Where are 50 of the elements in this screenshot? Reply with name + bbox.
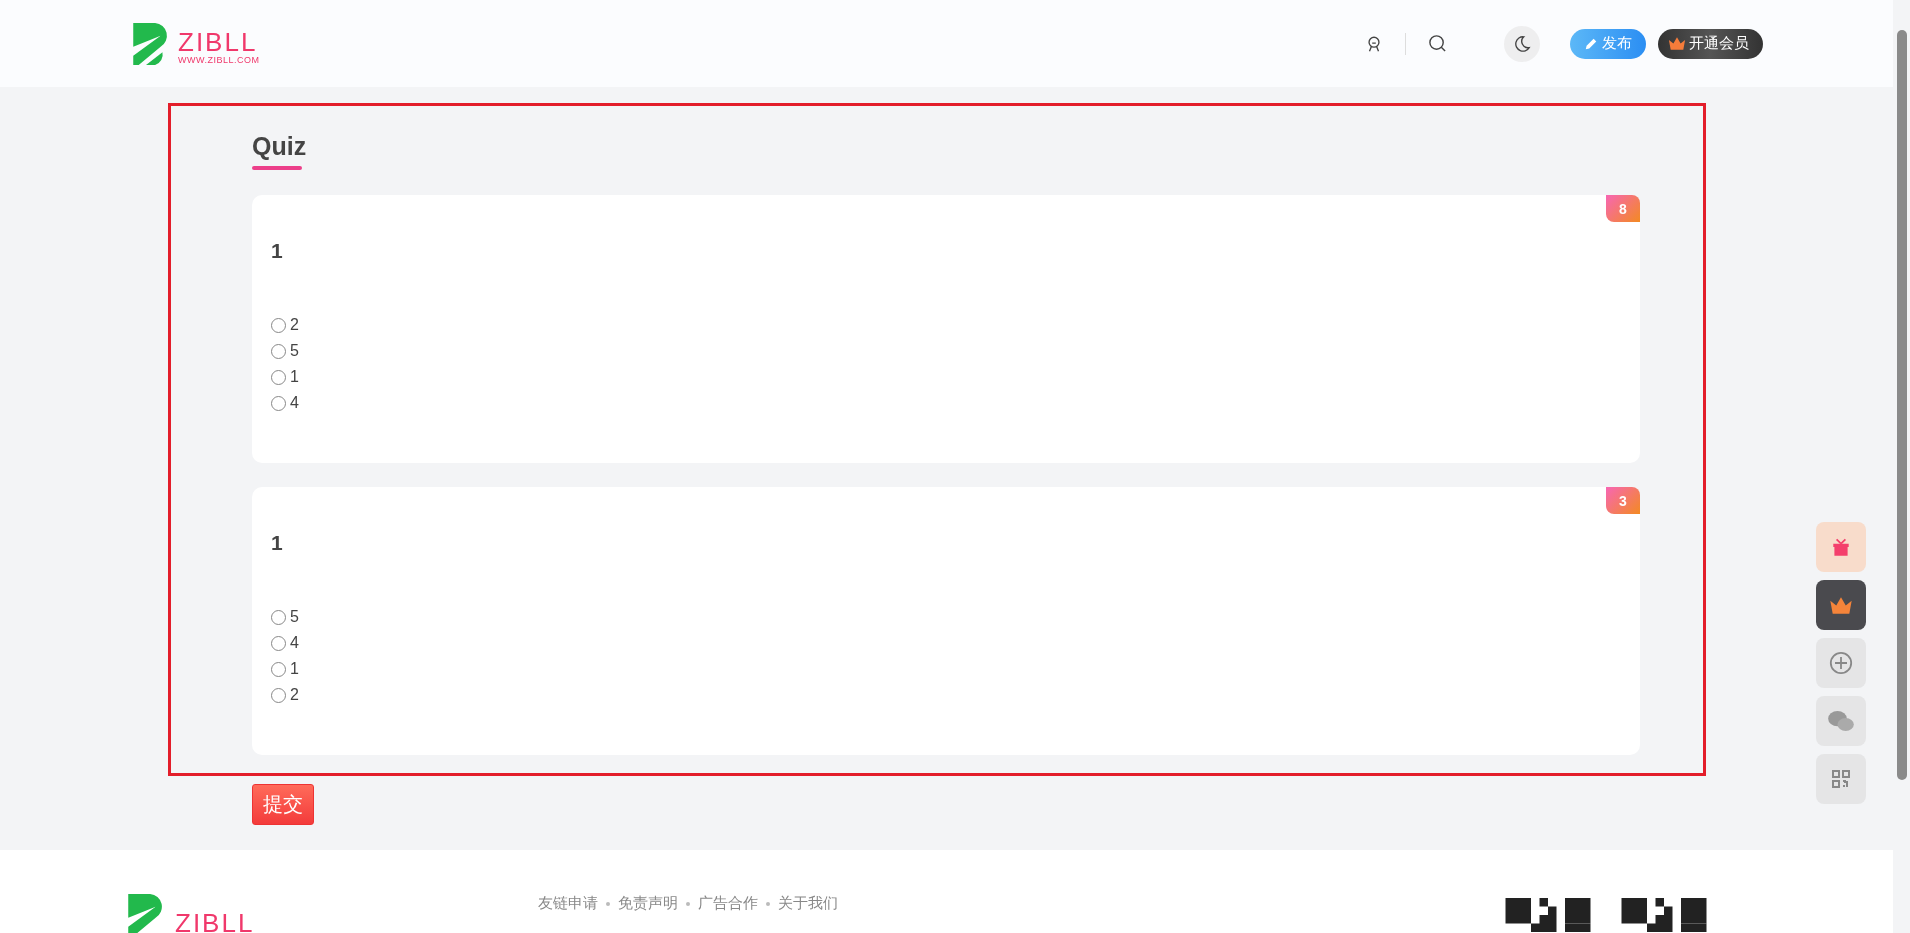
answer-option[interactable]: 4 — [271, 390, 299, 416]
quiz-title: Quiz — [252, 131, 308, 162]
chat-bubbles-icon — [1827, 709, 1855, 733]
logo-wordmark: ZIBLL — [178, 28, 259, 55]
answer-option[interactable]: 1 — [271, 364, 299, 390]
answer-option[interactable]: 2 — [271, 312, 299, 338]
radio-button[interactable] — [271, 687, 286, 703]
logo-icon[interactable] — [133, 22, 170, 65]
question-text: 1 — [271, 530, 284, 556]
answer-option[interactable]: 2 — [271, 682, 299, 708]
answer-option[interactable]: 5 — [271, 604, 299, 630]
badge-icon[interactable] — [1365, 34, 1383, 53]
scrollbar[interactable] — [1897, 30, 1907, 780]
radio-button[interactable] — [271, 395, 286, 411]
plus-circle-icon — [1829, 651, 1853, 675]
footer-link[interactable]: 关于我们 — [778, 894, 838, 913]
add-button[interactable] — [1816, 638, 1866, 688]
crown-icon — [1829, 595, 1853, 615]
radio-button[interactable] — [271, 343, 286, 359]
qr-code-icon — [1621, 898, 1707, 932]
moon-icon — [1513, 34, 1531, 53]
number-badge: 3 — [1606, 487, 1640, 514]
search-icon[interactable] — [1428, 34, 1447, 53]
chat-button[interactable] — [1816, 696, 1866, 746]
radio-button[interactable] — [271, 635, 286, 651]
number-badge: 8 — [1606, 195, 1640, 222]
logo-icon — [128, 894, 165, 933]
vip-button[interactable]: 开通会员 — [1658, 28, 1763, 59]
qr-code-icon — [1831, 769, 1851, 789]
footer-link[interactable]: 友链申请 — [538, 894, 598, 913]
radio-button[interactable] — [271, 661, 286, 677]
qr-code-icon — [1505, 898, 1591, 932]
qr-code-button[interactable] — [1816, 754, 1866, 804]
radio-button[interactable] — [271, 369, 286, 385]
footer-link[interactable]: 广告合作 — [698, 894, 758, 913]
answer-option[interactable]: 1 — [271, 656, 299, 682]
pencil-icon — [1584, 36, 1598, 51]
vip-float-button[interactable] — [1816, 580, 1866, 630]
question-text: 1 — [271, 238, 284, 264]
radio-button[interactable] — [271, 317, 286, 333]
logo-url: WWW.ZIBLL.COM — [178, 54, 260, 65]
footer-link[interactable]: 免责声明 — [618, 894, 678, 913]
answer-option[interactable]: 5 — [271, 338, 299, 364]
theme-toggle-button[interactable] — [1504, 25, 1540, 62]
gift-button[interactable] — [1816, 522, 1866, 572]
gift-icon — [1830, 536, 1852, 558]
radio-button[interactable] — [271, 609, 286, 625]
logo-wordmark: ZIBLL — [175, 910, 255, 933]
crown-icon — [1668, 36, 1686, 51]
answer-option[interactable]: 4 — [271, 630, 299, 656]
